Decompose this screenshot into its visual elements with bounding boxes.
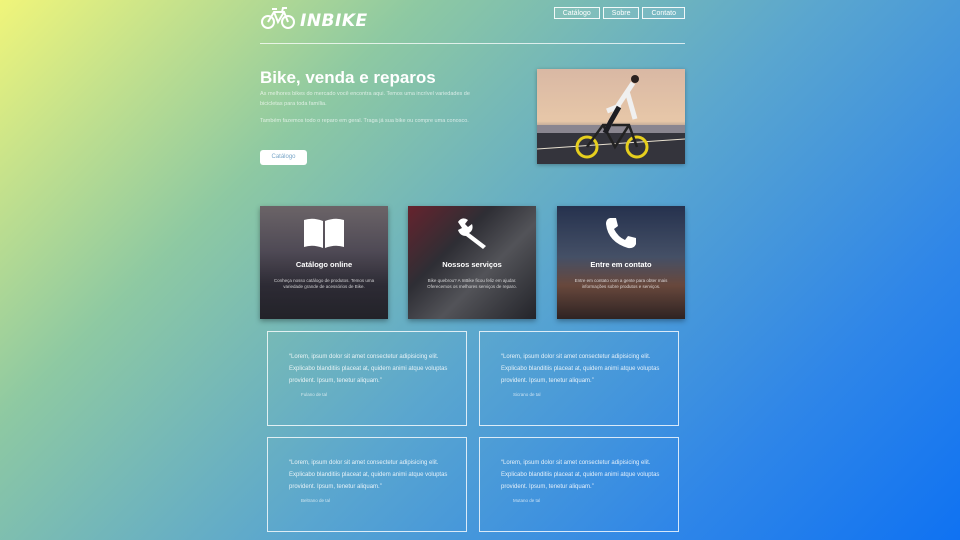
card-description: Entre em contato com a gente para obter … — [574, 278, 668, 289]
page-container: INBIKE Catálogo Sobre Contato Bike, vend… — [260, 0, 685, 532]
site-header: INBIKE Catálogo Sobre Contato — [260, 0, 685, 44]
card-entre-em-contato[interactable]: Entre em contato Entre em contato com a … — [557, 206, 685, 319]
hero-section: Bike, venda e reparos As melhores bikes … — [260, 44, 685, 204]
testimonial-quote: “Lorem, ipsum dolor sit amet consectetur… — [501, 460, 660, 490]
hero-paragraph-1: As melhores bikes do mercado você encont… — [260, 91, 470, 107]
main-nav: Catálogo Sobre Contato — [553, 7, 685, 19]
testimonial-author: Mutano de tal — [513, 498, 541, 503]
testimonial-quote: “Lorem, ipsum dolor sit amet consectetur… — [289, 460, 448, 490]
nav-catalogo[interactable]: Catálogo — [553, 7, 600, 19]
phone-icon — [557, 216, 685, 250]
card-description: Bike quebrou? A InBike ficou feliz em aj… — [427, 278, 517, 289]
card-title: Entre em contato — [590, 260, 652, 269]
card-nossos-servicos[interactable]: Nossos serviços Bike quebrou? A InBike f… — [408, 206, 536, 319]
hero-title: Bike, venda e reparos — [260, 68, 436, 87]
testimonial-author: Beltrano de tal — [301, 498, 331, 503]
wrench-icon — [408, 216, 536, 250]
testimonial-quote: “Lorem, ipsum dolor sit amet consectetur… — [501, 354, 660, 384]
card-title: Catálogo online — [295, 260, 353, 269]
hero-paragraph-2: Também fazemos todo o reparo em geral. T… — [260, 118, 469, 124]
testimonial-card: “Lorem, ipsum dolor sit amet consectetur… — [479, 437, 679, 532]
testimonial-quote: “Lorem, ipsum dolor sit amet consectetur… — [289, 354, 448, 384]
catalog-button[interactable]: Catálogo — [260, 150, 307, 165]
card-catalogo-online[interactable]: Catálogo online Conheça nosso catálogo d… — [260, 206, 388, 319]
testimonial-card: “Lorem, ipsum dolor sit amet consectetur… — [267, 437, 467, 532]
logo[interactable]: INBIKE — [260, 6, 368, 35]
testimonial-author: Sicrano de tal — [513, 392, 541, 397]
testimonial-author: Fulano de tal — [301, 392, 328, 397]
hero-image — [537, 69, 685, 164]
nav-contato[interactable]: Contato — [642, 7, 685, 19]
bicycle-icon — [260, 6, 296, 35]
service-cards: Catálogo online Conheça nosso catálogo d… — [260, 206, 685, 319]
card-description: Conheça nosso catálogo de produtos. Temo… — [273, 278, 375, 289]
testimonial-card: “Lorem, ipsum dolor sit amet consectetur… — [479, 331, 679, 426]
brand-name: INBIKE — [300, 10, 368, 31]
card-title: Nossos serviços — [442, 260, 502, 269]
book-icon — [260, 216, 388, 250]
testimonial-card: “Lorem, ipsum dolor sit amet consectetur… — [267, 331, 467, 426]
nav-sobre[interactable]: Sobre — [602, 7, 640, 19]
testimonials: “Lorem, ipsum dolor sit amet consectetur… — [267, 331, 679, 533]
